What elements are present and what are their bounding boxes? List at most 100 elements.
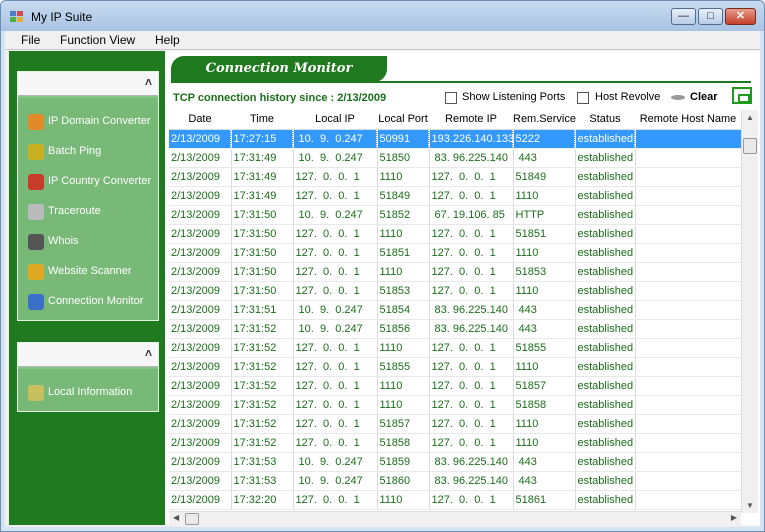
scroll-left-icon[interactable]: ◀ bbox=[173, 513, 179, 522]
host-revolve-label[interactable]: Host Revolve bbox=[595, 91, 660, 103]
collapse-icon[interactable]: ˄ bbox=[145, 346, 152, 360]
sidebar-item-label: IP Country Converter bbox=[48, 175, 152, 187]
cell-rem-service: 5222 bbox=[512, 128, 576, 149]
column-header-remote-ip[interactable]: Remote IP bbox=[429, 110, 513, 130]
local-info-icon bbox=[28, 385, 44, 401]
column-header-rem-service[interactable]: Rem.Service bbox=[513, 110, 576, 130]
table-row[interactable]: 2/13/2009 17:31:51 10. 9. 0.247 51854 83. … bbox=[169, 300, 742, 320]
cell-rem-service: 51853 bbox=[513, 262, 576, 282]
sidebar-item-connection-monitor[interactable]: Connection Monitor bbox=[22, 290, 156, 314]
cell-local-port: 1110 bbox=[377, 262, 430, 282]
table-row[interactable]: 2/13/2009 17:31:50 127. 0. 0. 1 1110 127. 0.… bbox=[169, 262, 742, 282]
cell-date: 2/13/2009 bbox=[169, 148, 232, 168]
table-row[interactable]: 2/13/2009 17:31:50 127. 0. 0. 1 51853 127. 0… bbox=[169, 281, 742, 301]
cell-remote-host-name bbox=[635, 224, 742, 244]
sidebar-item-local-information[interactable]: Local Information bbox=[22, 381, 156, 405]
cell-status: established bbox=[575, 471, 636, 491]
table-row[interactable]: 2/13/2009 17:31:52 127. 0. 0. 1 1110 127. 0.… bbox=[169, 338, 742, 358]
cell-rem-service: 1110 bbox=[513, 433, 576, 453]
title-bar[interactable]: My IP Suite — □ ✕ bbox=[1, 1, 764, 31]
sidebar-item-traceroute[interactable]: Traceroute bbox=[22, 200, 156, 224]
table-row[interactable]: 2/13/2009 17:31:52 127. 0. 0. 1 51857 127. 0… bbox=[169, 414, 742, 434]
vertical-scroll-thumb[interactable] bbox=[743, 138, 757, 154]
window-icon[interactable] bbox=[732, 87, 752, 104]
table-row[interactable]: 2/13/2009 17:31:49 10. 9. 0.247 51850 83. … bbox=[169, 148, 742, 168]
cell-local-ip: 10. 9. 0.247 bbox=[293, 319, 378, 339]
app-window: My IP Suite — □ ✕ File Function View Hel… bbox=[0, 0, 765, 532]
table-row[interactable]: 2/13/2009 17:32:20 127. 0. 0. 1 1110 127. 0.… bbox=[169, 490, 742, 510]
menu-function-view[interactable]: Function View bbox=[60, 33, 135, 47]
cell-rem-service: 1110 bbox=[513, 243, 576, 263]
collapse-icon[interactable]: ˄ bbox=[145, 75, 152, 89]
country-converter-icon bbox=[28, 174, 44, 190]
cell-local-port: 51852 bbox=[377, 205, 430, 225]
cell-remote-host-name bbox=[635, 319, 742, 339]
host-revolve-checkbox[interactable] bbox=[577, 92, 589, 104]
table-row[interactable]: 2/13/2009 17:31:53 10. 9. 0.247 51859 83. … bbox=[169, 452, 742, 472]
sidebar-item-website-scanner[interactable]: Website Scanner bbox=[22, 260, 156, 284]
cell-local-port: 51854 bbox=[377, 300, 430, 320]
cell-date: 2/13/2009 bbox=[169, 243, 232, 263]
connection-monitor-icon bbox=[28, 294, 44, 310]
column-header-remote-host-name[interactable]: Remote Host Name bbox=[635, 110, 741, 130]
maximize-button[interactable]: □ bbox=[698, 8, 723, 25]
cell-time: 17:31:52 bbox=[231, 395, 294, 415]
cell-remote-ip: 127. 0. 0. 1 bbox=[429, 395, 514, 415]
scroll-up-icon[interactable]: ▲ bbox=[746, 113, 754, 122]
cell-local-ip: 10. 9. 0.247 bbox=[293, 471, 378, 491]
table-row[interactable]: 2/13/2009 17:31:50 127. 0. 0. 1 1110 127. 0.… bbox=[169, 224, 742, 244]
table-row[interactable]: 2/13/2009 17:31:52 10. 9. 0.247 51856 83. … bbox=[169, 319, 742, 339]
cell-local-port: 51855 bbox=[377, 357, 430, 377]
close-button[interactable]: ✕ bbox=[725, 8, 756, 25]
sidebar-item-label: Connection Monitor bbox=[48, 295, 144, 307]
table-row[interactable]: 2/13/2009 17:31:52 127. 0. 0. 1 1110 127. 0.… bbox=[169, 395, 742, 415]
cell-remote-host-name bbox=[635, 490, 742, 510]
cell-local-port: 1110 bbox=[377, 376, 430, 396]
cell-time: 17:31:52 bbox=[231, 376, 294, 396]
clear-button[interactable]: Clear bbox=[690, 91, 718, 103]
table-row[interactable]: 2/13/2009 17:31:50 10. 9. 0.247 51852 67. … bbox=[169, 205, 742, 225]
vertical-scrollbar[interactable]: ▲ ▼ bbox=[741, 110, 758, 513]
cell-status: established bbox=[575, 205, 636, 225]
cell-remote-ip: 127. 0. 0. 1 bbox=[429, 224, 514, 244]
table-row[interactable]: 2/13/2009 17:31:52 127. 0. 0. 1 51855 127. 0… bbox=[169, 357, 742, 377]
table-row[interactable]: 2/13/2009 17:31:53 10. 9. 0.247 51860 83. … bbox=[169, 471, 742, 491]
cell-date: 2/13/2009 bbox=[169, 262, 232, 282]
column-header-local-ip[interactable]: Local IP bbox=[293, 110, 377, 130]
show-listening-ports-label[interactable]: Show Listening Ports bbox=[462, 91, 565, 103]
table-row[interactable]: 2/13/2009 17:31:52 127. 0. 0. 1 1110 127. 0.… bbox=[169, 376, 742, 396]
info-panel-header[interactable]: ˄ bbox=[18, 343, 158, 367]
scroll-down-icon[interactable]: ▼ bbox=[746, 501, 754, 510]
broom-icon[interactable] bbox=[671, 95, 685, 100]
cell-status: established bbox=[575, 376, 636, 396]
table-row[interactable]: 2/13/2009 17:31:50 127. 0. 0. 1 51851 127. 0… bbox=[169, 243, 742, 263]
cell-remote-host-name bbox=[635, 167, 742, 187]
scroll-right-icon[interactable]: ▶ bbox=[731, 513, 737, 522]
column-header-date[interactable]: Date bbox=[169, 110, 231, 130]
cell-time: 17:31:52 bbox=[231, 357, 294, 377]
horizontal-scrollbar[interactable]: ◀ ▶ bbox=[169, 511, 741, 525]
cell-remote-ip: 127. 0. 0. 1 bbox=[429, 376, 514, 396]
table-row[interactable]: 2/13/2009 17:31:49 127. 0. 0. 1 1110 127. 0.… bbox=[169, 167, 742, 187]
sidebar-item-whois[interactable]: Whois bbox=[22, 230, 156, 254]
horizontal-scroll-thumb[interactable] bbox=[185, 513, 199, 525]
cell-remote-ip: 127. 0. 0. 1 bbox=[429, 186, 514, 206]
minimize-button[interactable]: — bbox=[671, 8, 696, 25]
show-listening-ports-checkbox[interactable] bbox=[445, 92, 457, 104]
table-row[interactable]: 2/13/2009 17:27:15 10. 9. 0.247 50991 193.2… bbox=[169, 128, 742, 149]
menu-file[interactable]: File bbox=[21, 33, 40, 47]
cell-remote-host-name bbox=[635, 471, 742, 491]
column-header-status[interactable]: Status bbox=[575, 110, 635, 130]
column-header-time[interactable]: Time bbox=[231, 110, 293, 130]
cell-rem-service: 443 bbox=[513, 300, 576, 320]
sidebar-item-ip-domain-converter[interactable]: IP Domain Converter bbox=[22, 110, 156, 134]
tools-panel-header[interactable]: ˄ bbox=[18, 72, 158, 96]
table-row[interactable]: 2/13/2009 17:31:49 127. 0. 0. 1 51849 127. 0… bbox=[169, 186, 742, 206]
sidebar-item-ip-country-converter[interactable]: IP Country Converter bbox=[22, 170, 156, 194]
sidebar-item-batch-ping[interactable]: Batch Ping bbox=[22, 140, 156, 164]
minimize-icon: — bbox=[678, 10, 689, 22]
table-row[interactable]: 2/13/2009 17:31:52 127. 0. 0. 1 51858 127. 0… bbox=[169, 433, 742, 453]
cell-time: 17:31:53 bbox=[231, 452, 294, 472]
column-header-local-port[interactable]: Local Port bbox=[377, 110, 429, 130]
menu-help[interactable]: Help bbox=[155, 33, 180, 47]
